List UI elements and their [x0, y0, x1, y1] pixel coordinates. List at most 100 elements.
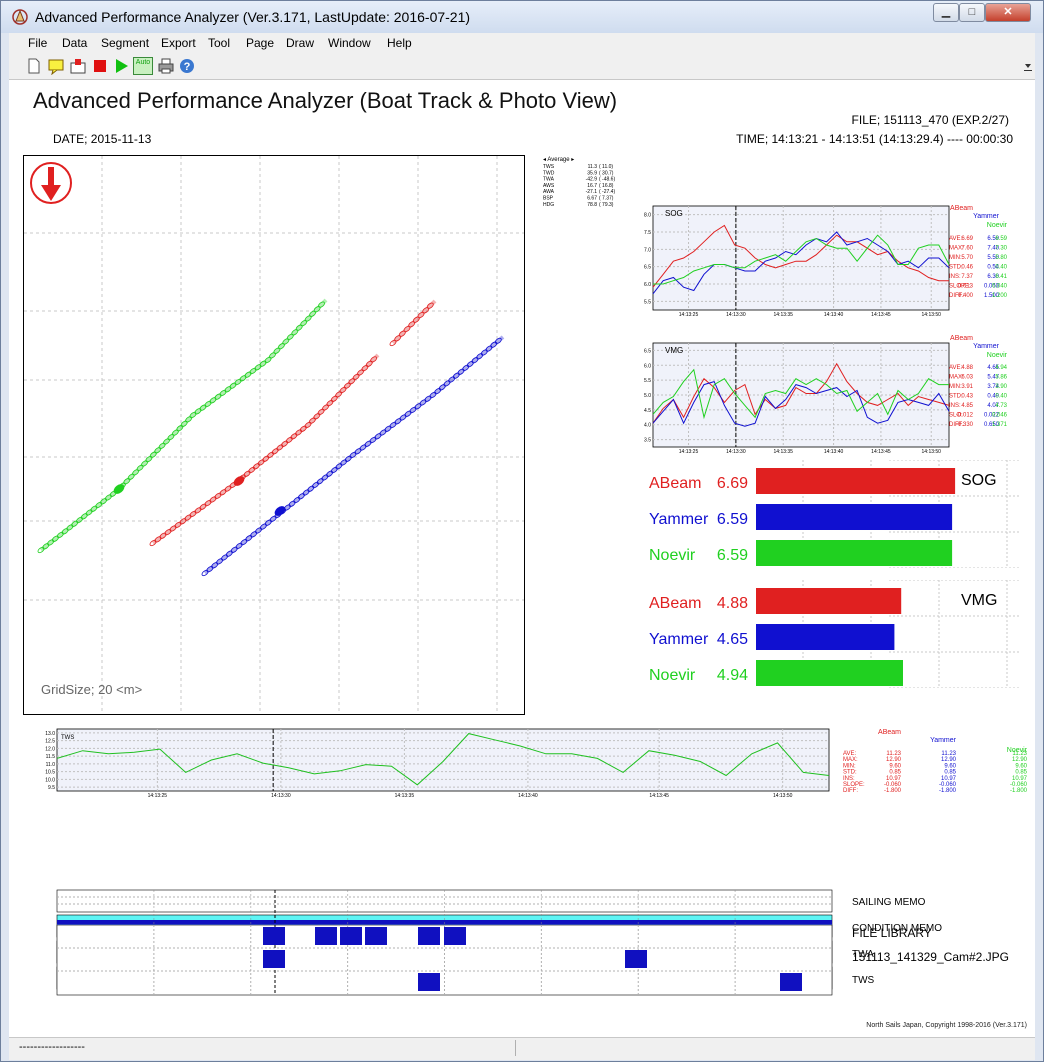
y-tick-label: 5.0 — [644, 393, 651, 399]
stats-value: 4.73 — [995, 403, 1007, 409]
open-icon[interactable] — [69, 57, 87, 75]
photo-file-marker[interactable] — [263, 927, 285, 945]
x-tick-label: 14:13:50 — [922, 449, 942, 455]
maximize-button[interactable]: □ — [959, 3, 985, 22]
bar-chart: VMG ABeam 4.88 Yammer 4.65 Noevir 4.94 — [649, 580, 1019, 688]
play-icon[interactable] — [112, 57, 130, 75]
stats-value: 6.59 — [995, 236, 1007, 242]
sailing-memo-track — [56, 889, 833, 913]
status-text: ------------------ — [19, 1041, 85, 1053]
boat-track-view[interactable]: GridSize; 20 <m> — [23, 155, 525, 716]
y-tick-label: 7.5 — [644, 230, 651, 236]
stats-value: 0.040 — [992, 284, 1008, 290]
minimize-button[interactable]: ▁ — [933, 3, 959, 22]
x-tick-label: 14:13:35 — [774, 312, 794, 318]
y-tick-label: 6.0 — [644, 363, 651, 369]
y-tick-label: 12.5 — [45, 739, 55, 745]
auto-label: Auto — [135, 59, 151, 66]
photo-file-marker[interactable] — [263, 950, 285, 968]
stats-value: -0.330 — [956, 422, 974, 428]
grid-size-label: GridSize; 20 <m> — [41, 682, 142, 697]
menu-window[interactable]: Window — [328, 36, 371, 50]
menu-help[interactable]: Help — [387, 36, 412, 50]
menu-tool[interactable]: Tool — [208, 36, 230, 50]
stats-value: 12.90 — [886, 757, 902, 763]
y-tick-label: 5.5 — [644, 299, 651, 305]
new-file-icon[interactable] — [25, 57, 43, 75]
photo-file-marker[interactable] — [625, 950, 647, 968]
x-tick-label: 14:13:35 — [774, 449, 794, 455]
stats-value: 10.97 — [941, 776, 957, 782]
menu-data[interactable]: Data — [62, 36, 87, 50]
file-library-timeline[interactable]: FILE LIBRARY 151113_141329_Cam#2.JPG — [47, 923, 1037, 1003]
app-icon — [12, 9, 28, 25]
x-tick-label: 14:13:30 — [726, 312, 746, 318]
title-bar[interactable]: Advanced Performance Analyzer (Ver.3.171… — [1, 1, 1043, 33]
average-row-prev: ( 7.37) — [599, 196, 614, 202]
average-row-value: 35.9 — [587, 170, 597, 176]
bar-panel-title: SOG — [961, 472, 997, 489]
stats-value: 4.94 — [995, 365, 1007, 371]
north-arrow-icon — [30, 162, 72, 204]
date-label: DATE; 2015-11-13 — [53, 132, 152, 146]
photo-file-marker[interactable] — [340, 927, 362, 945]
x-tick-label: 14:13:40 — [824, 312, 844, 318]
photo-file-marker[interactable] — [365, 927, 387, 945]
status-divider — [515, 1040, 528, 1056]
photo-file-marker[interactable] — [418, 973, 440, 991]
y-tick-label: 5.5 — [644, 378, 651, 384]
y-tick-label: 9.5 — [48, 785, 55, 791]
stats-value: -0.060 — [884, 782, 902, 788]
average-row-prev: ( 79.3) — [599, 202, 614, 208]
photo-file-marker[interactable] — [444, 927, 466, 945]
stats-value: 0.40 — [995, 265, 1007, 271]
y-tick-label: 6.5 — [644, 265, 651, 271]
y-tick-label: 11.5 — [46, 754, 56, 760]
stop-icon[interactable] — [91, 57, 109, 75]
menu-export[interactable]: Export — [161, 36, 196, 50]
memo-icon[interactable] — [47, 57, 65, 75]
stats-row-label: MIN: — [949, 384, 962, 390]
stats-row-label: INS: — [949, 274, 961, 280]
photo-file-marker[interactable] — [418, 927, 440, 945]
y-tick-label: 6.0 — [644, 282, 651, 288]
stats-value: -1.800 — [939, 788, 957, 794]
print-icon[interactable] — [157, 57, 175, 75]
y-tick-label: 12.0 — [45, 746, 55, 752]
y-tick-label: 4.0 — [644, 423, 651, 429]
photo-file-marker[interactable] — [315, 927, 337, 945]
photo-file-marker[interactable] — [780, 973, 802, 991]
stats-value: 0.85 — [889, 770, 901, 776]
average-row-prev: ( 30.7) — [599, 170, 614, 176]
menu-segment[interactable]: Segment — [101, 36, 149, 50]
menu-file[interactable]: File — [28, 36, 47, 50]
stats-value: 12.90 — [1012, 757, 1028, 763]
bar-chart: SOG ABeam 6.69 Yammer 6.59 Noevir 6.59 — [649, 460, 1019, 568]
stats-row-label: SLOPE: — [843, 782, 865, 788]
average-stats-panel: ◂ Average ▸TWS 11.3( 11.0) TWD 35.9( 30.7) T… — [543, 157, 615, 208]
tws-line-chart: 13.0 12.512.0 11.5 11.0 10.510.0 9.5 14:13:25 1… — [45, 728, 1028, 799]
stats-row-label: DIFF: — [843, 788, 858, 794]
stats-value: 9.60 — [1015, 763, 1027, 769]
average-row-name: HDG — [543, 202, 554, 208]
stats-value: -0.012 — [956, 413, 974, 419]
vmg-bar-panel: VMG ABeam 4.88 Yammer 4.65 Noevir 4.94 — [639, 580, 1019, 688]
page-title: Advanced Performance Analyzer (Boat Trac… — [33, 88, 618, 113]
menu-page[interactable]: Page — [246, 36, 274, 50]
stats-value: 0.85 — [944, 770, 956, 776]
y-tick-label: 3.5 — [644, 438, 651, 444]
toolbar-overflow-icon[interactable] — [1023, 59, 1033, 73]
report-canvas: Advanced Performance Analyzer (Boat Trac… — [9, 80, 1035, 1037]
stats-value: 7.30 — [995, 246, 1007, 252]
bar-noevir — [756, 540, 953, 566]
bar-row-boat-label: Yammer — [649, 631, 709, 648]
menu-draw[interactable]: Draw — [286, 36, 314, 50]
auto-icon[interactable]: Auto — [133, 57, 153, 75]
average-row-value: 78.8 — [587, 202, 597, 208]
stats-value: -0.060 — [939, 782, 957, 788]
bar-row-boat-label: ABeam — [649, 595, 701, 612]
stats-value: 4.88 — [961, 365, 973, 371]
close-button[interactable]: ✕ — [985, 3, 1031, 22]
help-icon[interactable]: ? — [178, 57, 196, 75]
average-row-value: 11.3 — [588, 164, 598, 170]
